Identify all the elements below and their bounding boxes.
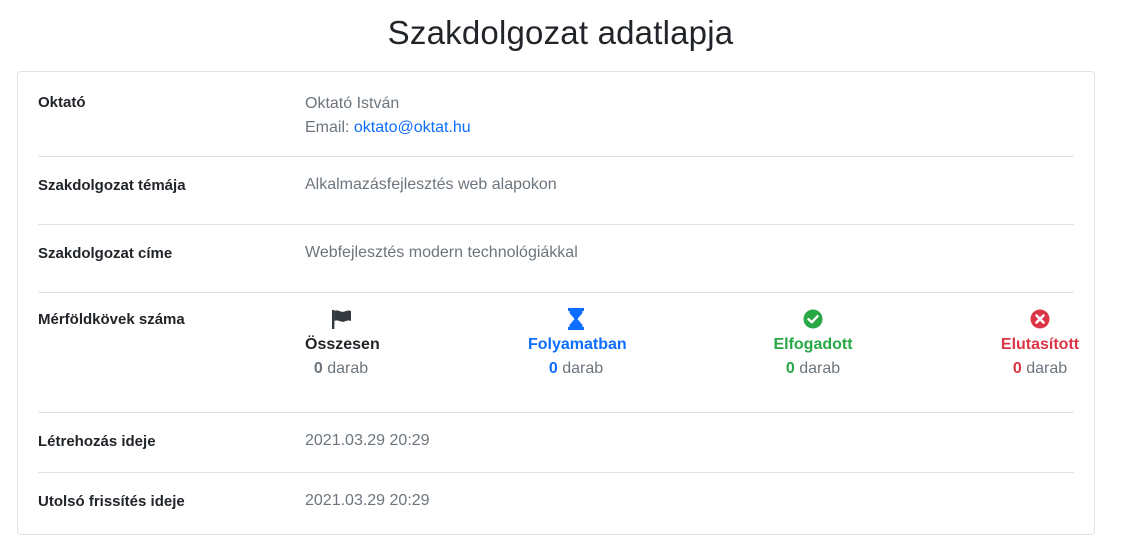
updated-value: 2021.03.29 20:29 [305, 492, 430, 509]
teacher-email-line: Email: oktato@oktat.hu [305, 116, 471, 140]
title-value: Webfejlesztés modern technológiákkal [305, 244, 578, 261]
created-value: 2021.03.29 20:29 [305, 432, 430, 449]
created-label: Létrehozás ideje [38, 433, 156, 450]
milestone-total-label: Összesen [305, 336, 380, 353]
milestone-in-progress: Folyamatban 0 darab [528, 307, 627, 382]
milestone-accepted-label: Elfogadott [773, 336, 853, 353]
milestone-total: Összesen 0 darab [305, 307, 380, 382]
topic-label: Szakdolgozat témája [38, 177, 186, 194]
milestone-accepted-count: 0 darab [785, 360, 841, 377]
teacher-email-link[interactable]: oktato@oktat.hu [354, 119, 471, 136]
title-row: Szakdolgozat címe Webfejlesztés modern t… [38, 225, 1074, 293]
teacher-label: Oktató [38, 94, 86, 111]
times-circle-icon [1000, 307, 1080, 331]
updated-label: Utolsó frissítés ideje [38, 493, 185, 510]
teacher-value: Oktató István Email: oktato@oktat.hu [305, 92, 471, 140]
milestone-in-progress-count: 0 darab [548, 360, 604, 377]
email-prefix: Email: [305, 119, 350, 136]
milestone-in-progress-label: Folyamatban [528, 336, 627, 353]
milestones-row: Mérföldkövek száma Összesen 0 darab Foly… [38, 293, 1079, 413]
topic-row: Szakdolgozat témája Alkalmazásfejlesztés… [38, 157, 1074, 225]
hourglass-icon [528, 307, 624, 331]
teacher-row: Oktató Oktató István Email: oktato@oktat… [38, 72, 1074, 157]
milestone-rejected-label: Elutasított [1000, 336, 1080, 353]
thesis-details-card: Oktató Oktató István Email: oktato@oktat… [17, 71, 1095, 535]
page-title: Szakdolgozat adatlapja [387, 14, 734, 51]
teacher-name: Oktató István [305, 95, 400, 112]
flag-icon [305, 307, 377, 331]
topic-value: Alkalmazásfejlesztés web alapokon [305, 176, 557, 193]
milestone-accepted: Elfogadott 0 darab [773, 307, 853, 382]
created-row: Létrehozás ideje 2021.03.29 20:29 [38, 413, 1074, 473]
updated-row: Utolsó frissítés ideje 2021.03.29 20:29 [38, 473, 1074, 535]
check-circle-icon [773, 307, 853, 331]
milestone-rejected-count: 0 darab [1012, 360, 1068, 377]
title-label: Szakdolgozat címe [38, 245, 173, 262]
milestones-label: Mérföldkövek száma [38, 311, 185, 328]
milestone-rejected: Elutasított 0 darab [1000, 307, 1080, 382]
milestone-total-count: 0 darab [313, 360, 369, 377]
